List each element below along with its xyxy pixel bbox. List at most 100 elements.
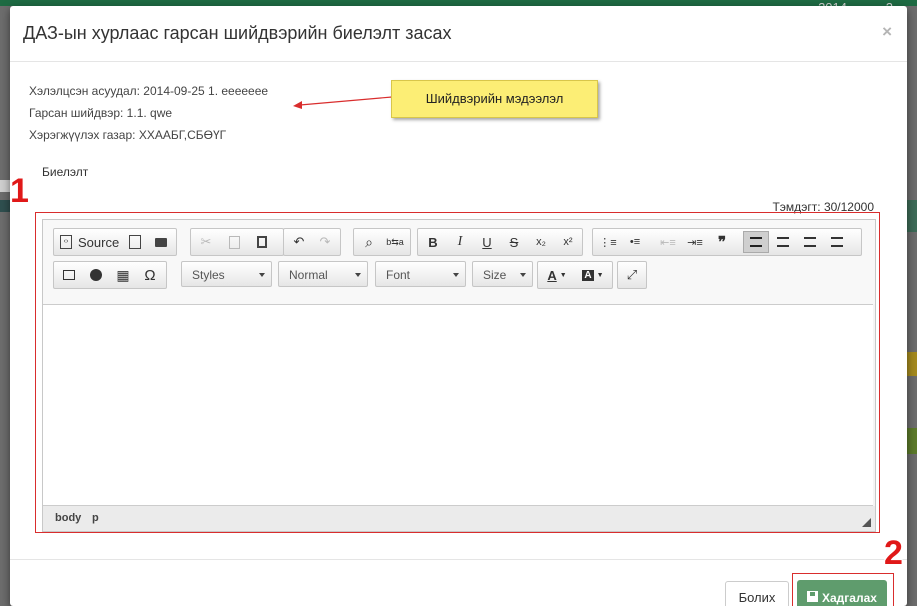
print-button[interactable]: [148, 231, 174, 253]
copy-icon: [228, 235, 240, 249]
source-label: Source: [78, 234, 120, 250]
font-dropdown-label: Font: [386, 268, 411, 282]
path-item-body[interactable]: body: [55, 512, 81, 524]
decision-info: Гарсан шийдвэр: 1.1. qwe: [29, 106, 173, 120]
bold-button[interactable]: B: [420, 231, 446, 253]
copy-button[interactable]: [221, 231, 247, 253]
table-button[interactable]: ▦: [110, 264, 136, 286]
cut-icon: ✂: [200, 234, 212, 249]
chevron-down-icon: [520, 273, 526, 277]
responsible-info: Хэрэгжүүлэх газар: ХХААБГ,СБӨҮГ: [29, 128, 227, 142]
bold-icon: B: [428, 234, 438, 250]
superscript-icon: x²: [563, 236, 573, 248]
outdent-button[interactable]: ⇤≡: [655, 231, 681, 253]
toolbar-group-find: ⌕ b⇆a: [353, 228, 411, 256]
numbered-list-button[interactable]: ⋮≡: [595, 231, 621, 253]
paste-icon: [257, 236, 267, 248]
special-char-icon: Ω: [144, 266, 156, 284]
flash-icon: [90, 269, 102, 281]
edit-decision-dialog: ДАЗ-ын хурлаас гарсан шийдвэрийн биелэлт…: [10, 6, 907, 606]
bg-color-icon: A: [582, 269, 594, 281]
image-icon: [63, 270, 75, 280]
editor-content-area[interactable]: [43, 304, 873, 506]
superscript-button[interactable]: x²: [555, 231, 581, 253]
blockquote-button[interactable]: ❞: [709, 231, 735, 253]
align-right-icon: [804, 237, 816, 247]
font-dropdown[interactable]: Font: [375, 261, 466, 287]
background-fragment: [0, 180, 10, 192]
undo-button[interactable]: ↶: [286, 231, 312, 253]
strikethrough-icon: S: [509, 234, 519, 250]
print-icon: [155, 237, 167, 247]
toolbar-group-paragraph: ⋮≡ •≡ ⇤≡ ⇥≡ ❞: [592, 228, 862, 256]
find-icon: ⌕: [365, 233, 373, 250]
redo-icon: ↷: [319, 234, 331, 249]
annotation-marker-1: 1: [10, 172, 29, 210]
cut-button[interactable]: ✂: [193, 231, 219, 253]
resize-handle-icon[interactable]: [862, 518, 871, 527]
source-button[interactable]: ‹› Source: [56, 231, 120, 253]
maximize-icon: ⤢: [626, 267, 638, 282]
chevron-down-icon: ▼: [596, 271, 604, 279]
italic-button[interactable]: I: [447, 231, 473, 253]
styles-dropdown[interactable]: Styles: [181, 261, 272, 287]
editor-path-bar: body p: [43, 506, 875, 531]
replace-icon: b⇆a: [386, 236, 404, 247]
numbered-list-icon: ⋮≡: [599, 236, 617, 249]
background-fragment: [907, 352, 917, 376]
size-dropdown-label: Size: [483, 268, 507, 282]
cancel-button[interactable]: Болих: [725, 581, 789, 606]
save-button[interactable]: Хадгалах: [797, 580, 887, 606]
indent-icon: ⇥≡: [687, 236, 703, 249]
maximize-button[interactable]: ⤢: [619, 264, 645, 286]
align-left-button[interactable]: [743, 231, 769, 253]
redo-button[interactable]: ↷: [312, 231, 338, 253]
find-button[interactable]: ⌕: [356, 231, 382, 253]
align-center-icon: [777, 237, 789, 247]
indent-button[interactable]: ⇥≡: [682, 231, 708, 253]
outdent-icon: ⇤≡: [660, 236, 676, 249]
text-color-icon: A: [547, 267, 557, 283]
bulleted-list-icon: •≡: [629, 236, 641, 248]
bulleted-list-button[interactable]: •≡: [622, 231, 648, 253]
size-dropdown[interactable]: Size: [472, 261, 533, 287]
justify-button[interactable]: [824, 231, 850, 253]
dialog-title: ДАЗ-ын хурлаас гарсан шийдвэрийн биелэлт…: [23, 23, 452, 43]
justify-icon: [831, 237, 843, 247]
styles-dropdown-label: Styles: [192, 268, 225, 282]
special-char-button[interactable]: Ω: [137, 264, 163, 286]
align-center-button[interactable]: [770, 231, 796, 253]
undo-icon: ↶: [293, 234, 305, 249]
strikethrough-button[interactable]: S: [501, 231, 527, 253]
text-color-button[interactable]: A ▼: [540, 264, 574, 286]
subscript-button[interactable]: x₂: [528, 231, 554, 253]
align-right-button[interactable]: [797, 231, 823, 253]
underline-button[interactable]: U: [474, 231, 500, 253]
toolbar-group-insert: ▦ Ω: [53, 261, 167, 289]
completion-field-label: Биелэлт: [42, 165, 89, 179]
flash-button[interactable]: [83, 264, 109, 286]
format-dropdown[interactable]: Normal: [278, 261, 368, 287]
path-item-p[interactable]: p: [92, 512, 99, 524]
image-button[interactable]: [56, 264, 82, 286]
blockquote-icon: ❞: [717, 234, 727, 251]
toolbar-group-clipboard: ✂: [190, 228, 284, 256]
align-left-icon: [750, 237, 762, 247]
chevron-down-icon: [355, 273, 361, 277]
editor-toolbar: ‹› Source ✂ ↶ ↷ ⌕ b⇆a B I U S x₂ x² ⋮≡ •…: [43, 220, 875, 304]
preview-button[interactable]: [122, 231, 148, 253]
paste-button[interactable]: [249, 231, 275, 253]
subscript-icon: x₂: [536, 236, 546, 248]
dialog-header: ДАЗ-ын хурлаас гарсан шийдвэрийн биелэлт…: [10, 6, 907, 62]
close-icon[interactable]: ×: [882, 22, 892, 42]
table-icon: ▦: [116, 266, 130, 283]
question-info: Хэлэлцсэн асуудал: 2014-09-25 1. eeeeeee: [29, 84, 269, 98]
chevron-down-icon: ▼: [559, 271, 567, 279]
callout-arrow: [293, 96, 393, 109]
bg-color-button[interactable]: A ▼: [576, 264, 610, 286]
italic-icon: I: [457, 234, 463, 249]
replace-button[interactable]: b⇆a: [382, 231, 408, 253]
save-icon: [807, 591, 818, 602]
toolbar-group-document: ‹› Source: [53, 228, 177, 256]
toolbar-group-colors: A ▼ A ▼: [537, 261, 613, 289]
